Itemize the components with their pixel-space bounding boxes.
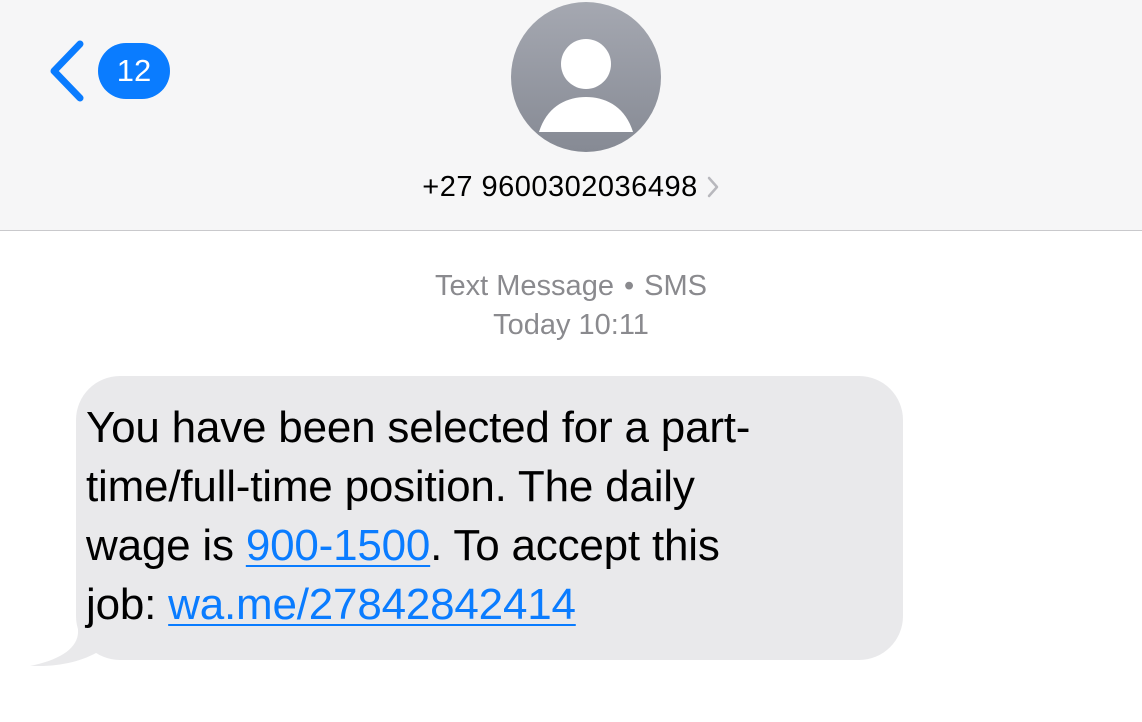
messages-screen: 12 +27 9600302036498 Text Message • SMS To… (0, 0, 1142, 722)
timestamp-day: Today (493, 309, 571, 341)
message-line-3-text: wage is (86, 521, 246, 570)
contact-details-link[interactable]: +27 9600302036498 (0, 165, 1142, 209)
chevron-left-icon[interactable] (44, 38, 88, 104)
incoming-message[interactable]: You have been selected for a part- time/… (30, 376, 910, 666)
timestamp-time: 10:11 (578, 309, 649, 341)
service-label: Text Message (435, 270, 614, 302)
message-timestamp: Today 10:11 (0, 309, 1142, 342)
conversation-header: 12 +27 9600302036498 (0, 0, 1142, 231)
person-silhouette-icon (539, 39, 633, 132)
message-body: You have been selected for a part- time/… (86, 398, 873, 634)
wage-link[interactable]: 900-1500 (246, 521, 431, 570)
contact-phone-number[interactable]: +27 9600302036498 (422, 171, 697, 204)
service-type: SMS (644, 270, 707, 302)
back-button[interactable]: 12 (44, 38, 170, 104)
service-separator: • (623, 270, 635, 302)
message-line-1: You have been selected for a part- (86, 403, 751, 452)
message-line-4-text: job: (86, 580, 169, 629)
chevron-right-icon[interactable] (706, 175, 720, 199)
whatsapp-link[interactable]: wa.me/27842842414 (168, 580, 576, 629)
unread-count-badge[interactable]: 12 (98, 43, 170, 99)
message-line-2: time/full-time position. The daily (86, 462, 695, 511)
message-line-3-rest: . To accept this (430, 521, 720, 570)
contact-avatar[interactable] (511, 2, 661, 152)
message-bubble[interactable]: You have been selected for a part- time/… (76, 376, 903, 660)
service-info: Text Message • SMS (0, 270, 1142, 303)
